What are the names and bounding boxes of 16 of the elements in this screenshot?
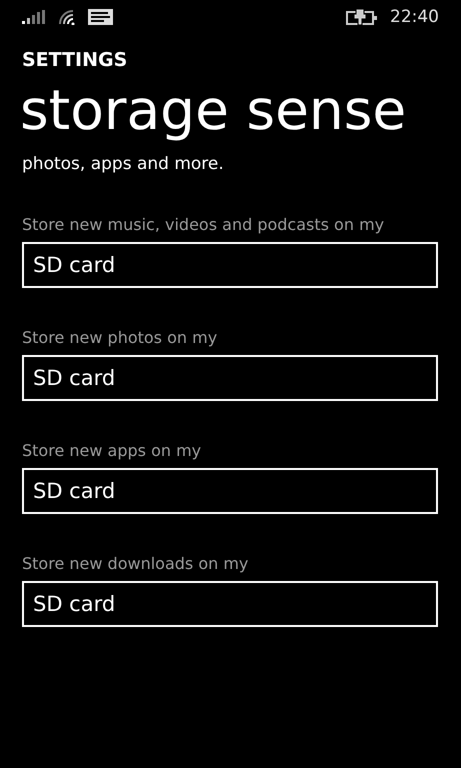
page-title: storage sense [20,77,408,143]
wifi-icon [58,9,76,25]
clock-time: 22:40 [390,7,439,27]
signal-icon [22,10,46,24]
storage-location-picker[interactable]: SD card [22,355,438,401]
storage-location-picker[interactable]: SD card [22,242,438,288]
setting-label: Store new downloads on my [22,554,250,573]
description-text: photos, apps and more. [22,153,225,175]
setting-label: Store new music, videos and podcasts on my [22,215,386,234]
setting-label: Store new photos on my [22,328,218,347]
setting-label: Store new apps on my [22,441,202,460]
message-icon [88,9,113,25]
storage-location-picker[interactable]: SD card [22,468,438,514]
app-name: SETTINGS [22,49,128,71]
storage-location-picker[interactable]: SD card [22,581,438,627]
battery-charging-icon [346,9,378,25]
